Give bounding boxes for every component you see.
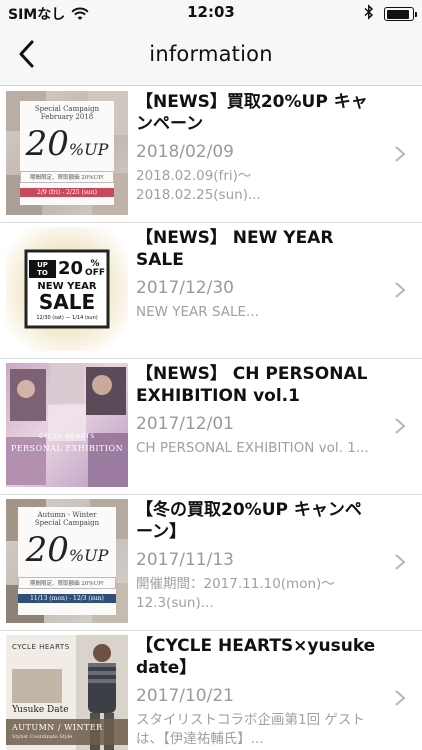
item-title: 【冬の買取20%UP キャンペーン】: [136, 500, 362, 542]
list-item[interactable]: CYCLE HEARTS Yusuke Date AUTUMN / WINTER…: [0, 631, 422, 750]
item-date: 2017/12/30: [136, 278, 234, 298]
item-description: 2018.02.09(fri)〜 2018.02.25(sun)...: [136, 168, 261, 203]
item-title: 【CYCLE HEARTS×yusuke date】: [136, 636, 376, 678]
item-date: 2018/02/09: [136, 142, 234, 162]
battery-icon: [384, 7, 417, 21]
navigation-bar: information: [0, 26, 422, 86]
chevron-right-icon: [394, 689, 406, 707]
item-title: 【NEWS】 CH PERSONAL EXHIBITION vol.1: [136, 364, 368, 406]
list-item[interactable]: CYCLE HEARTS PERSONAL EXHIBITION 【NEWS】 …: [0, 359, 422, 495]
bluetooth-icon: [364, 4, 374, 24]
item-date: 2017/12/01: [136, 414, 234, 434]
thumbnail-image: Special Campaign February 2018 20%UP 期間限…: [6, 91, 128, 215]
item-date: 2017/11/13: [136, 550, 234, 570]
thumbnail-image: Autumn - Winter Special Campaign 20%UP 期…: [6, 499, 128, 623]
chevron-right-icon: [394, 145, 406, 163]
item-title: 【NEWS】買取20%UP キャンペーン: [136, 92, 368, 134]
chevron-right-icon: [394, 281, 406, 299]
status-bar: SIMなし 12:03: [0, 0, 422, 26]
item-description: CH PERSONAL EXHIBITION vol. 1...: [136, 440, 369, 456]
item-title: 【NEWS】 NEW YEAR SALE: [136, 228, 334, 270]
item-date: 2017/10/21: [136, 686, 234, 706]
information-list: Special Campaign February 2018 20%UP 期間限…: [0, 87, 422, 750]
thumbnail-image: CYCLE HEARTS PERSONAL EXHIBITION: [6, 363, 128, 487]
list-item[interactable]: UP TO 20 % OFF NEW YEAR SALE 12/30 (sat) …: [0, 223, 422, 359]
status-time: 12:03: [187, 3, 235, 21]
thumbnail-image: CYCLE HEARTS Yusuke Date AUTUMN / WINTER…: [6, 635, 128, 750]
item-description: スタイリストコラボ企画第1回 ゲストは、【伊達祐輔氏】...: [136, 712, 365, 747]
list-item[interactable]: Special Campaign February 2018 20%UP 期間限…: [0, 87, 422, 223]
item-description: NEW YEAR SALE...: [136, 304, 259, 320]
item-description: 開催期間：2017.11.10(mon)〜 12.3(sun)...: [136, 576, 335, 611]
list-item[interactable]: Autumn - Winter Special Campaign 20%UP 期…: [0, 495, 422, 631]
page-title: information: [149, 42, 273, 66]
chevron-right-icon: [394, 553, 406, 571]
thumbnail-image: UP TO 20 % OFF NEW YEAR SALE 12/30 (sat) …: [6, 227, 128, 351]
chevron-right-icon: [394, 417, 406, 435]
